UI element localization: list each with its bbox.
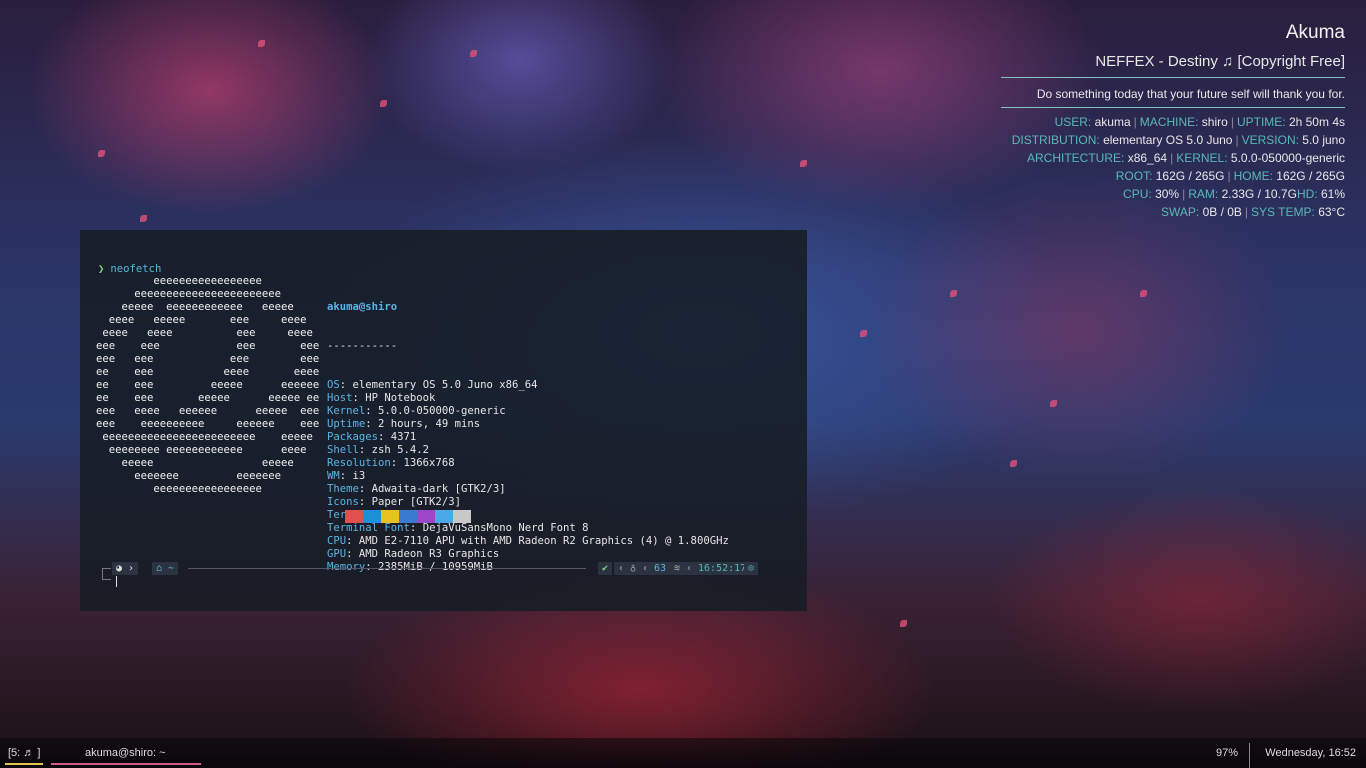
info-key: WM	[327, 470, 340, 482]
info-key: Packages	[327, 431, 379, 443]
window-title[interactable]: akuma@shiro: ~	[85, 747, 166, 759]
info-key: CPU	[327, 535, 347, 547]
info-row: Uptime: 2 hours, 49 mins	[327, 418, 481, 430]
info-row: Resolution: 1366x768	[327, 457, 455, 469]
info-key: Terminal Font	[327, 522, 410, 534]
info-row: OS: elementary OS 5.0 Juno x86_64	[327, 379, 538, 391]
dashes: -----------	[327, 340, 398, 352]
workspace-underline	[5, 763, 43, 765]
conky-line-disk: ROOT: 162G / 265G | HOME: 162G / 265G	[1115, 169, 1345, 183]
palette-swatch	[381, 510, 399, 523]
info-row: Icons: Paper [GTK2/3]	[327, 496, 461, 508]
conky-line-arch: ARCHITECTURE: x86_64 | KERNEL: 5.0.0-05000…	[1027, 151, 1345, 165]
info-row: Kernel: 5.0.0-050000-generic	[327, 405, 506, 417]
info-value: 5.0.0-050000-generic	[378, 405, 506, 417]
clock-icon: ⊙	[744, 562, 759, 575]
info-value: AMD E2-7110 APU with AMD Radeon R2 Graph…	[358, 535, 729, 547]
info-key: OS	[327, 379, 340, 391]
conky-line-user: USER: akuma | MACHINE: shiro | UPTIME: 2h 50…	[1054, 115, 1345, 129]
neofetch-logo: eeeeeeeeeeeeeeeee eeeeeeeeeeeeeeeeeeeeee…	[96, 275, 320, 495]
info-key: Resolution	[327, 457, 391, 469]
info-value: HP Notebook	[365, 392, 436, 404]
info-value: DejaVuSansMono Nerd Font 8	[422, 522, 589, 534]
info-row: WM: i3	[327, 470, 366, 482]
divider	[1249, 743, 1250, 768]
prompt-line: ◕ › ⌂ ~ ✔ ‹ ♁ ‹ 63 ≋ ‹ 16:52:17 ⊙	[102, 562, 759, 580]
conky-widget: Akuma NEFFEX - Destiny ♫ [Copyright Free…	[995, 20, 1345, 221]
info-value: 4371	[390, 431, 417, 443]
command-text: neofetch	[110, 263, 162, 275]
palette-swatch	[345, 510, 363, 523]
info-value: zsh 5.4.2	[371, 444, 430, 456]
divider	[1001, 107, 1345, 108]
palette-swatch	[435, 510, 453, 523]
battery-level: 97%	[1215, 747, 1238, 759]
terminal-window[interactable]: ❯ neofetch eeeeeeeeeeeeeeeee eeeeeeeeeeee…	[80, 230, 807, 611]
command-line: ❯ neofetch	[98, 263, 161, 275]
info-row: Shell: zsh 5.4.2	[327, 444, 430, 456]
workspace-indicator[interactable]: [5: ♬ ]	[5, 747, 43, 759]
quote: Do something today that your future self…	[1036, 87, 1345, 101]
conky-title: Akuma	[1285, 22, 1345, 43]
conky-line-swap: SWAP: 0B / 0B | SYS TEMP: 63°C	[1160, 205, 1345, 219]
info-value: 1366x768	[403, 457, 455, 469]
info-row: Packages: 4371	[327, 431, 417, 443]
status-ok-icon: ✔	[598, 562, 613, 575]
info-value: elementary OS 5.0 Juno x86_64	[352, 379, 538, 391]
status-bar: [5: ♬ ] akuma@shiro: ~ 97% Wednesday, 16…	[0, 738, 1366, 768]
window-underline	[51, 763, 201, 765]
info-value: Adwaita-dark [GTK2/3]	[371, 483, 506, 495]
info-value: 2 hours, 49 mins	[378, 418, 481, 430]
info-row: Terminal Font: DejaVuSansMono Nerd Font …	[327, 522, 589, 534]
mic-icon: ‹ ♁ ‹	[614, 562, 653, 575]
path-segment: ⌂ ~	[152, 562, 179, 575]
info-key: Theme	[327, 483, 359, 495]
palette-swatch	[453, 510, 471, 523]
info-value: i3	[352, 470, 366, 482]
color-palette	[345, 510, 471, 523]
neofetch-info: akuma@shiro ----------- OS: elementary O…	[327, 275, 729, 600]
palette-swatch	[363, 510, 381, 523]
prompt-time: 16:52:17	[694, 562, 751, 575]
text-cursor	[116, 576, 117, 587]
info-key: Host	[327, 392, 353, 404]
prompt-arrow-icon: ❯	[98, 263, 105, 275]
info-row: Host: HP Notebook	[327, 392, 436, 404]
clock[interactable]: Wednesday, 16:52	[1265, 747, 1356, 759]
palette-swatch	[417, 510, 435, 523]
info-key: Icons	[327, 496, 359, 508]
info-value: Paper [GTK2/3]	[371, 496, 461, 508]
conky-line-usage: CPU: 30% | RAM: 2.33G / 10.7GHD: 61%	[1123, 187, 1345, 201]
info-key: Kernel	[327, 405, 366, 417]
now-playing: NEFFEX - Destiny ♫ [Copyright Free]	[1095, 53, 1345, 70]
info-key: Shell	[327, 444, 359, 456]
info-value: AMD Radeon R3 Graphics	[358, 548, 500, 560]
palette-swatch	[399, 510, 417, 523]
info-key: GPU	[327, 548, 347, 560]
info-row: GPU: AMD Radeon R3 Graphics	[327, 548, 500, 560]
conky-line-dist: DISTRIBUTION: elementary OS 5.0 Juno | VER…	[1011, 133, 1345, 147]
info-row: Theme: Adwaita-dark [GTK2/3]	[327, 483, 506, 495]
history-count: 63	[650, 562, 671, 575]
info-row: CPU: AMD E2-7110 APU with AMD Radeon R2 …	[327, 535, 729, 547]
wifi-icon: ≋ ‹	[670, 562, 697, 575]
divider	[1001, 77, 1345, 78]
user-host: akuma@shiro	[327, 301, 398, 313]
os-icon: ◕ ›	[112, 562, 139, 575]
info-key: Uptime	[327, 418, 366, 430]
